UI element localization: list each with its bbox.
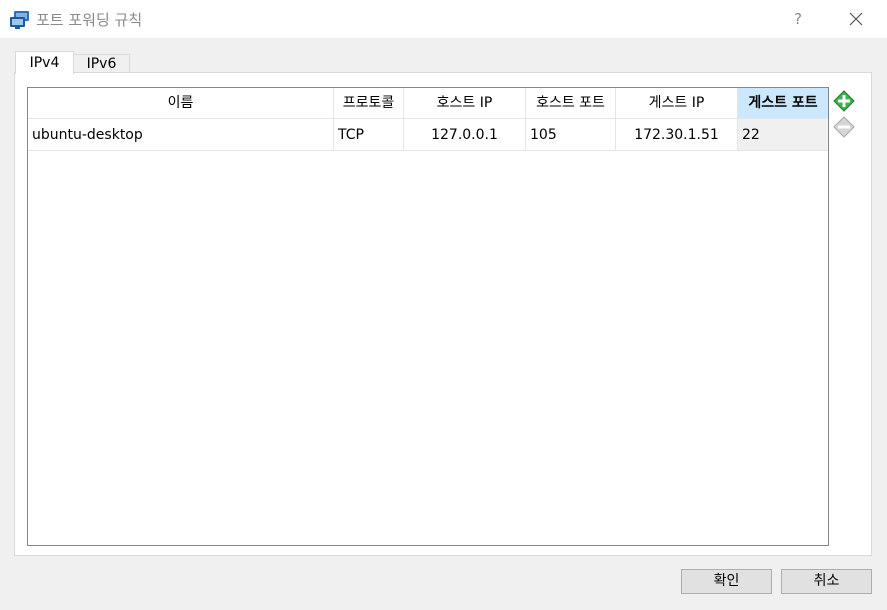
- window-title: 포트 포워딩 규칙: [36, 11, 143, 29]
- column-header-host-ip[interactable]: 호스트 IP: [404, 88, 526, 119]
- virtualbox-network-icon: [9, 10, 31, 30]
- add-rule-button[interactable]: [833, 90, 855, 112]
- ok-button[interactable]: 확인: [681, 569, 772, 594]
- column-header-host-port[interactable]: 호스트 포트: [526, 88, 616, 119]
- column-header-name[interactable]: 이름: [28, 88, 334, 119]
- cell-host-ip[interactable]: 127.0.0.1: [404, 119, 526, 151]
- close-button[interactable]: [838, 4, 874, 34]
- column-header-protocol[interactable]: 프로토콜: [334, 88, 404, 119]
- tab-ipv4[interactable]: IPv4: [15, 51, 74, 74]
- cell-guest-port[interactable]: 22: [738, 119, 828, 151]
- help-button[interactable]: ?: [782, 4, 814, 34]
- cancel-button[interactable]: 취소: [781, 569, 872, 594]
- add-rule-icon: [833, 90, 855, 112]
- cell-guest-ip[interactable]: 172.30.1.51: [616, 119, 738, 151]
- remove-rule-icon: [833, 116, 855, 138]
- close-icon: [849, 12, 863, 26]
- cell-host-port[interactable]: 105: [526, 119, 616, 151]
- column-header-guest-port[interactable]: 게스트 포트: [738, 88, 828, 119]
- remove-rule-button[interactable]: [833, 116, 855, 138]
- title-bar: 포트 포워딩 규칙 ?: [0, 0, 887, 38]
- cell-protocol[interactable]: TCP: [334, 119, 404, 151]
- tab-ipv6[interactable]: IPv6: [73, 54, 130, 74]
- rules-table[interactable]: 이름 프로토콜 호스트 IP 호스트 포트 게스트 IP 게스트 포트 ubun…: [27, 87, 829, 546]
- cell-name[interactable]: ubuntu-desktop: [28, 119, 334, 151]
- column-header-guest-ip[interactable]: 게스트 IP: [616, 88, 738, 119]
